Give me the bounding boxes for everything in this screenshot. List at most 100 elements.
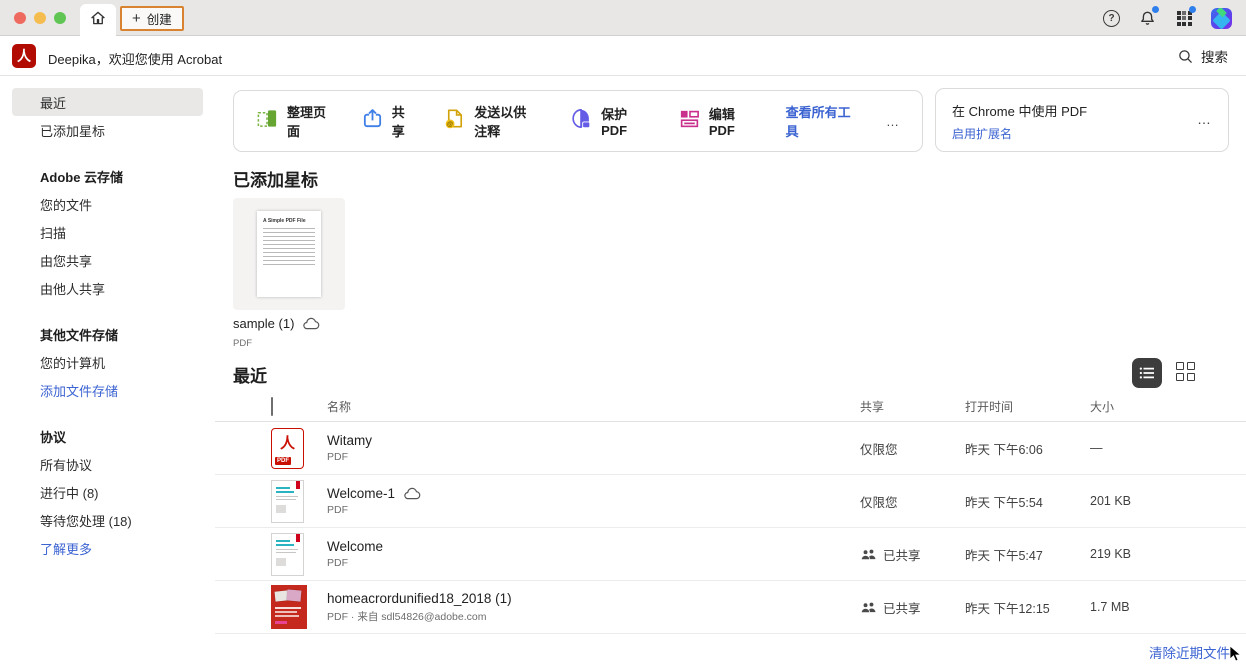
home-icon bbox=[89, 9, 107, 32]
notifications-button[interactable] bbox=[1137, 8, 1157, 28]
create-button[interactable]: + 创建 bbox=[120, 6, 184, 31]
table-row[interactable]: homeacrordunified18_2018 (1) PDF · 来自 sd… bbox=[215, 581, 1246, 634]
recent-files-table: 名称 共享 打开时间 大小 人PDF Witamy PDF 仅限您 昨天 下午 bbox=[215, 392, 1246, 634]
search-button[interactable]: 搜索 bbox=[1177, 46, 1228, 66]
pdf-preview-thumbnail: A Simple PDF File bbox=[257, 211, 321, 297]
file-name[interactable]: homeacrordunified18_2018 (1) bbox=[327, 591, 512, 606]
starred-file-name: sample (1) bbox=[233, 316, 294, 331]
sidebar-item-your-files[interactable]: 您的文件 bbox=[12, 190, 203, 218]
starred-section-heading: 已添加星标 bbox=[233, 166, 318, 191]
table-header-row: 名称 共享 打开时间 大小 bbox=[215, 392, 1246, 422]
tools-more-icon[interactable]: … bbox=[886, 114, 900, 129]
column-header-name[interactable]: 名称 bbox=[319, 398, 860, 415]
sidebar-item-shared-by-you[interactable]: 由您共享 bbox=[12, 246, 203, 274]
opened-time: 昨天 下午12:15 bbox=[965, 598, 1090, 617]
select-all-checkbox[interactable] bbox=[271, 397, 273, 416]
tool-share[interactable]: 共享 bbox=[361, 102, 410, 140]
share-status: 已共享 bbox=[883, 545, 921, 564]
titlebar-right-icons: ? bbox=[1103, 0, 1232, 36]
sidebar-item-shared-by-others[interactable]: 由他人共享 bbox=[12, 274, 203, 302]
organize-pages-icon bbox=[256, 107, 279, 135]
acrobat-home-window: + 创建 ? 人 Deepika，欢迎您使用 Acrobat bbox=[0, 0, 1246, 671]
chrome-card-more-icon[interactable]: … bbox=[1197, 111, 1212, 127]
enable-extension-link[interactable]: 启用扩展名 bbox=[952, 125, 1012, 142]
search-label: 搜索 bbox=[1201, 46, 1228, 66]
edit-pdf-icon bbox=[678, 107, 701, 135]
column-header-opened[interactable]: 打开时间 bbox=[965, 398, 1090, 415]
zoom-window-button[interactable] bbox=[54, 12, 66, 24]
starred-file-name-row[interactable]: sample (1) bbox=[233, 316, 321, 331]
help-icon[interactable]: ? bbox=[1103, 10, 1120, 27]
plus-icon: + bbox=[132, 11, 141, 26]
file-name[interactable]: Witamy bbox=[327, 433, 372, 448]
starred-file-type: PDF bbox=[233, 338, 252, 349]
search-icon bbox=[1177, 48, 1194, 65]
sidebar-section-cloud-storage: Adobe 云存储 bbox=[12, 162, 203, 190]
file-name[interactable]: Welcome-1 bbox=[327, 486, 395, 501]
share-status: 仅限您 bbox=[860, 492, 898, 511]
pdf-preview-thumbnail bbox=[271, 480, 304, 523]
sidebar-section-agreements: 协议 bbox=[12, 422, 203, 450]
creative-cloud-icon[interactable] bbox=[1211, 8, 1232, 29]
clear-recent-files-link[interactable]: 清除近期文件 bbox=[1149, 642, 1230, 662]
column-header-shared[interactable]: 共享 bbox=[860, 398, 965, 415]
shared-people-icon bbox=[860, 601, 877, 614]
svg-text:@: @ bbox=[447, 121, 453, 128]
shared-people-icon bbox=[860, 548, 877, 561]
sidebar-section-other-storage: 其他文件存储 bbox=[12, 320, 203, 348]
sidebar-item-your-computer[interactable]: 您的计算机 bbox=[12, 348, 203, 376]
recent-section-heading: 最近 bbox=[233, 362, 267, 387]
file-size: 1.7 MB bbox=[1090, 600, 1210, 614]
opened-time: 昨天 下午5:54 bbox=[965, 492, 1090, 511]
notification-dot bbox=[1152, 6, 1159, 13]
titlebar: + 创建 ? bbox=[0, 0, 1246, 36]
table-row[interactable]: Welcome-1 PDF 仅限您 昨天 下午5:54 201 KB bbox=[215, 475, 1246, 528]
tool-send-for-comments[interactable]: @ 发送以供注释 bbox=[443, 102, 536, 140]
greeting-text: Deepika，欢迎您使用 Acrobat bbox=[48, 49, 222, 68]
protect-pdf-icon bbox=[570, 107, 593, 135]
file-meta: PDF · 来自 sdl54826@adobe.com bbox=[327, 609, 860, 624]
sidebar-item-all-agreements[interactable]: 所有协议 bbox=[12, 450, 203, 478]
opened-time: 昨天 下午5:47 bbox=[965, 545, 1090, 564]
file-meta: PDF bbox=[327, 451, 860, 463]
cloud-icon bbox=[302, 317, 321, 330]
sidebar-link-learn-more[interactable]: 了解更多 bbox=[12, 534, 203, 562]
pdf-file-icon: 人PDF bbox=[271, 428, 304, 469]
sidebar-item-scans[interactable]: 扫描 bbox=[12, 218, 203, 246]
pdf-preview-thumbnail bbox=[271, 585, 307, 629]
view-toggles bbox=[1132, 358, 1198, 388]
close-window-button[interactable] bbox=[14, 12, 26, 24]
create-button-label: 创建 bbox=[147, 9, 172, 28]
file-size: — bbox=[1090, 441, 1210, 455]
list-view-icon bbox=[1139, 366, 1155, 380]
column-header-size[interactable]: 大小 bbox=[1090, 398, 1210, 415]
table-row[interactable]: 人PDF Witamy PDF 仅限您 昨天 下午6:06 — bbox=[215, 422, 1246, 475]
list-view-toggle[interactable] bbox=[1132, 358, 1162, 388]
app-switcher-button[interactable] bbox=[1174, 8, 1194, 28]
tool-organize-pages[interactable]: 整理页面 bbox=[256, 102, 327, 140]
main-content: 整理页面 共享 @ bbox=[215, 76, 1246, 671]
sidebar-item-starred[interactable]: 已添加星标 bbox=[12, 116, 203, 144]
starred-file-tile[interactable]: A Simple PDF File bbox=[233, 198, 345, 310]
file-size: 201 KB bbox=[1090, 494, 1210, 508]
app-header: 人 Deepika，欢迎您使用 Acrobat 搜索 bbox=[0, 36, 1246, 76]
tool-edit-pdf[interactable]: 编辑 PDF bbox=[678, 104, 752, 138]
share-status: 仅限您 bbox=[860, 439, 898, 458]
minimize-window-button[interactable] bbox=[34, 12, 46, 24]
grid-view-toggle[interactable] bbox=[1176, 362, 1198, 384]
view-all-tools-link[interactable]: 查看所有工具 bbox=[786, 102, 852, 140]
tool-protect-pdf[interactable]: 保护 PDF bbox=[570, 104, 644, 138]
window-controls bbox=[14, 12, 66, 24]
sidebar-item-waiting-for-you[interactable]: 等待您处理 (18) bbox=[12, 506, 203, 534]
sidebar-item-recent[interactable]: 最近 bbox=[12, 88, 203, 116]
sidebar: 最近 已添加星标 Adobe 云存储 您的文件 扫描 由您共享 由他人共享 其他… bbox=[0, 76, 215, 671]
file-meta: PDF bbox=[327, 504, 860, 516]
file-size: 219 KB bbox=[1090, 547, 1210, 561]
sidebar-item-in-progress[interactable]: 进行中 (8) bbox=[12, 478, 203, 506]
chrome-extension-card: 在 Chrome 中使用 PDF 启用扩展名 … bbox=[935, 88, 1229, 152]
home-tab[interactable] bbox=[80, 4, 116, 36]
table-row[interactable]: Welcome PDF 已共享 昨天 下午5:47 219 KB bbox=[215, 528, 1246, 581]
sidebar-link-add-storage[interactable]: 添加文件存储 bbox=[12, 376, 203, 404]
acrobat-logo-icon: 人 bbox=[12, 44, 36, 68]
file-name[interactable]: Welcome bbox=[327, 539, 383, 554]
